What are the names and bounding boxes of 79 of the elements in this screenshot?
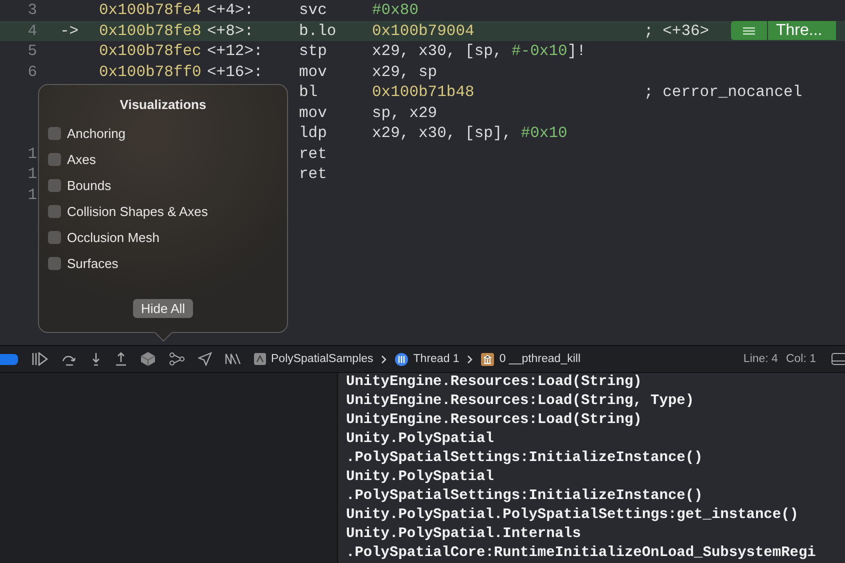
- chevron-icon: [381, 354, 388, 364]
- instruction-mnemonic: b.lo: [299, 22, 336, 40]
- instruction-mnemonic: ret: [299, 165, 327, 184]
- console-line: .PolySpatialSettings:InitializeInstance(): [346, 487, 704, 506]
- instruction-mnemonic: ldp: [299, 124, 327, 142]
- breadcrumb-item[interactable]: PolySpatialSamples: [254, 353, 374, 365]
- console-line: Unity.PolySpatial: [346, 430, 495, 449]
- menu-button[interactable]: [731, 21, 767, 40]
- instruction-address: 0x100b78ff0: [99, 62, 202, 81]
- console-line: Unity.PolySpatial.PolySpatialSettings:get_instance(): [346, 506, 800, 525]
- instruction-operands: x29, x30, [sp], #0x10: [372, 124, 568, 142]
- checkbox-label: Anchoring: [67, 126, 126, 140]
- instruction-offset: <+12>:: [207, 42, 263, 60]
- pc-arrow: ->: [60, 22, 79, 40]
- line-number: 1: [28, 165, 37, 184]
- instruction-comment: ; <+36>: [644, 22, 710, 40]
- checkbox[interactable]: [48, 178, 61, 192]
- instruction-mnemonic: svc: [299, 1, 327, 20]
- line-number: 1: [28, 144, 37, 163]
- continue-icon[interactable]: [32, 352, 48, 366]
- checkbox[interactable]: [48, 152, 61, 166]
- checkbox-label: Collision Shapes & Axes: [67, 204, 208, 218]
- instruction-address: 0x100b78fe4: [99, 1, 202, 20]
- instruction-offset: <+4>:: [207, 1, 254, 20]
- instruction-address: 0x100b78fec: [99, 42, 202, 60]
- checkbox-label: Bounds: [67, 178, 112, 192]
- checkbox-label: Surfaces: [67, 256, 118, 270]
- instruction-mnemonic: mov: [299, 62, 327, 81]
- checkbox[interactable]: [48, 126, 61, 140]
- breadcrumb-item[interactable]: 0 __pthread_kill: [481, 352, 581, 366]
- instruction-comment: ; cerror_nocancel: [644, 83, 802, 102]
- checkbox-label: Occlusion Mesh: [67, 230, 160, 244]
- instruction-mnemonic: mov: [299, 104, 327, 122]
- cube-icon[interactable]: [140, 351, 156, 367]
- line-number: 1: [28, 186, 37, 204]
- console-line: .PolySpatialCore:RuntimeInitializeOnLoad_SubsystemRegi: [346, 544, 817, 563]
- stack-frame-icon: [481, 352, 494, 366]
- instruction-mnemonic: stp: [299, 42, 327, 60]
- chevron-icon: [467, 354, 474, 364]
- console-line: .PolySpatialSettings:InitializeInstance(): [346, 449, 704, 468]
- popover-title: Visualizations: [118, 97, 208, 112]
- location-icon[interactable]: [198, 352, 212, 366]
- instruction-address: 0x100b78fe8: [99, 22, 202, 40]
- instruction-operands: 0x100b71b48: [372, 83, 474, 102]
- console-line: UnityEngine.Resources:Load(String): [346, 373, 643, 392]
- hide-all-button[interactable]: Hide All: [132, 299, 194, 318]
- checkbox[interactable]: [48, 230, 61, 244]
- instruction-mnemonic: ret: [299, 144, 327, 163]
- instruction-operands: #0x80: [372, 1, 419, 20]
- app-icon: [254, 353, 266, 365]
- instruction-operands: 0x100b79004: [372, 22, 474, 40]
- panel-icon[interactable]: [830, 353, 845, 365]
- instruction-mnemonic: bl: [299, 83, 318, 102]
- thread-icon: [395, 352, 408, 366]
- instruction-offset: <+8>:: [207, 22, 254, 40]
- instruction-offset: <+16>:: [207, 62, 263, 81]
- console-line: Unity.PolySpatial: [346, 468, 495, 487]
- graph-icon[interactable]: [169, 352, 185, 366]
- line-number: 4: [28, 22, 37, 40]
- line-indicator: Line: 4: [743, 353, 778, 365]
- thread-badge[interactable]: Thre...: [767, 21, 836, 40]
- column-indicator: Col: 1: [786, 353, 816, 365]
- line-number: 6: [28, 62, 37, 81]
- instruction-operands: x29, sp: [372, 62, 438, 81]
- breadcrumb-item[interactable]: Thread 1: [395, 352, 460, 366]
- checkbox-label: Axes: [67, 152, 96, 166]
- breakpoints-toggle[interactable]: [0, 354, 18, 364]
- line-number: 5: [28, 42, 37, 60]
- line-number: 3: [28, 1, 37, 20]
- console-line: UnityEngine.Resources:Load(String, Type): [346, 392, 696, 411]
- checkbox[interactable]: [48, 204, 61, 218]
- checkbox[interactable]: [48, 256, 61, 270]
- lines-icon: [743, 26, 755, 35]
- instruction-operands: sp, x29: [372, 104, 438, 122]
- instruction-operands: x29, x30, [sp, #-0x10]!: [372, 42, 586, 60]
- step-into-icon[interactable]: [90, 352, 102, 366]
- console-line: Unity.PolySpatial.Internals: [346, 525, 582, 544]
- console-line: UnityEngine.Resources:Load(String): [346, 411, 643, 430]
- step-out-icon[interactable]: [115, 352, 127, 366]
